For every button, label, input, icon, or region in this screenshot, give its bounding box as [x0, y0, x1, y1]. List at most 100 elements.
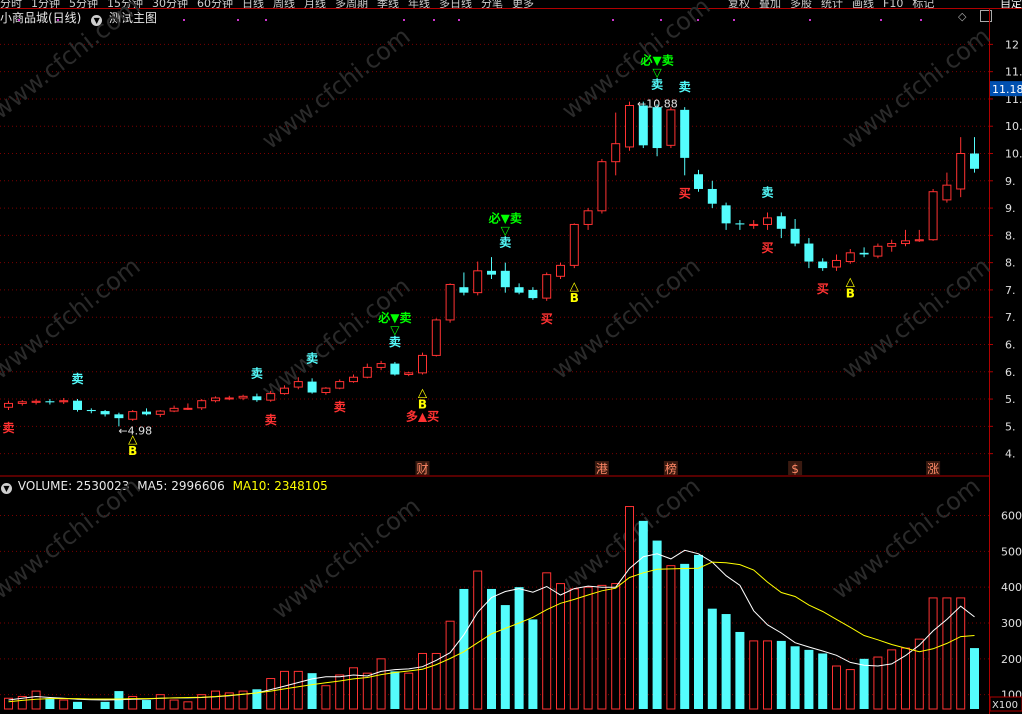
volume-bar: [514, 587, 524, 709]
trade-signal: 必▼卖: [639, 52, 673, 67]
candle-body: [155, 410, 165, 415]
candle-body: [473, 270, 483, 294]
volume-bar: [569, 588, 579, 710]
trade-signal: 必▼卖: [488, 211, 522, 226]
price-tick-label: 7.: [1005, 284, 1016, 297]
candle-body: [307, 381, 317, 393]
trade-signal: 买: [817, 282, 829, 296]
price-low-label: ←4.98: [118, 424, 152, 437]
volume-bar: [887, 649, 897, 710]
candle-body: [542, 274, 552, 299]
volume-tick-label: 600: [1001, 510, 1022, 523]
candle-body: [597, 161, 607, 212]
candle-body: [528, 289, 538, 299]
candle-body: [86, 409, 96, 412]
candle-body: [59, 400, 69, 403]
event-dot: [458, 19, 460, 21]
volume-bar: [763, 640, 772, 710]
candle-body: [583, 210, 593, 225]
candle-body: [224, 397, 234, 400]
volume-bar: [721, 614, 731, 709]
volume-bar: [749, 640, 759, 710]
trade-signal: 必▼卖: [377, 310, 411, 325]
candle-body: [611, 143, 621, 163]
candle-body: [431, 319, 441, 356]
volume-bar: [266, 678, 276, 710]
volume-bar: [528, 619, 538, 709]
candle-body: [45, 401, 55, 403]
volume-bar: [404, 672, 414, 710]
candle-body: [487, 270, 496, 275]
event-dot: [880, 19, 882, 21]
trade-signal: B: [128, 444, 137, 458]
event-badge: 榜: [665, 461, 677, 476]
candle-body: [873, 245, 883, 257]
volume-bar: [45, 698, 55, 709]
volume-bar: [873, 656, 883, 710]
candle-body: [694, 174, 703, 189]
trade-signal: 卖: [265, 412, 277, 427]
volume-bar: [376, 658, 386, 710]
event-dot: [265, 19, 267, 21]
candle-body: [569, 223, 579, 266]
candle-body: [335, 381, 345, 389]
volume-bar: [652, 540, 662, 709]
volume-bar: [280, 670, 289, 710]
event-dot: [237, 19, 239, 21]
trade-signal: 卖: [761, 184, 773, 199]
volume-bar: [542, 572, 552, 710]
candle-body: [735, 223, 745, 225]
volume-bar: [100, 701, 110, 709]
candle-body: [31, 400, 41, 403]
trade-signal: 卖: [679, 79, 691, 94]
volume-bar: [790, 646, 800, 709]
event-badge: 财: [416, 462, 428, 476]
volume-bar: [583, 586, 593, 710]
volume-bar: [293, 670, 303, 710]
trade-signal: B: [570, 291, 579, 305]
current-price-label: 11.18: [992, 83, 1022, 96]
candle-body: [638, 105, 648, 146]
volume-tick-label: 200: [1001, 653, 1022, 666]
candle-body: [500, 270, 510, 288]
trade-signal: ▽: [652, 65, 662, 79]
event-dot: [920, 19, 922, 21]
candle-body: [721, 205, 731, 224]
candle-body: [376, 363, 386, 368]
candle-body: [280, 387, 289, 395]
price-tick-label: 11.: [1005, 66, 1022, 79]
candle-body: [142, 411, 151, 415]
volume-bar: [31, 690, 41, 710]
candle-body: [832, 259, 841, 268]
price-tick-label: 9.: [1005, 202, 1016, 215]
candle-body: [845, 252, 855, 263]
volume-bar: [418, 652, 427, 710]
candle-body: [4, 402, 13, 408]
candle-body: [169, 407, 179, 412]
kline-chart[interactable]: 1211.11.10.10.9.9.8.8.7.7.6.6.5.5.4.11.1…: [0, 0, 1022, 714]
candle-body: [707, 188, 717, 204]
volume-bar: [804, 649, 814, 709]
candle-body: [956, 153, 966, 190]
trade-signal: 卖: [2, 420, 14, 435]
volume-bar: [142, 700, 151, 709]
trade-signal: ▽: [501, 224, 511, 238]
candle-body: [776, 216, 786, 229]
volume-bar: [155, 694, 165, 710]
event-dot: [809, 19, 811, 21]
candle-body: [293, 381, 303, 388]
volume-bar: [362, 672, 372, 710]
volume-bar: [487, 588, 496, 709]
candle-body: [390, 363, 400, 375]
trade-signal: 买: [541, 312, 553, 326]
trade-signal: 卖: [306, 350, 318, 365]
volume-bar: [956, 597, 966, 710]
volume-bar: [625, 506, 634, 710]
candle-body: [859, 252, 869, 255]
watermark: www.cfchi.com: [836, 252, 995, 385]
volume-tick-label: 500: [1001, 545, 1022, 558]
watermark: www.cfchi.com: [836, 22, 995, 155]
candle-body: [928, 191, 938, 241]
candle-body: [666, 109, 676, 146]
volume-bar: [818, 653, 828, 709]
